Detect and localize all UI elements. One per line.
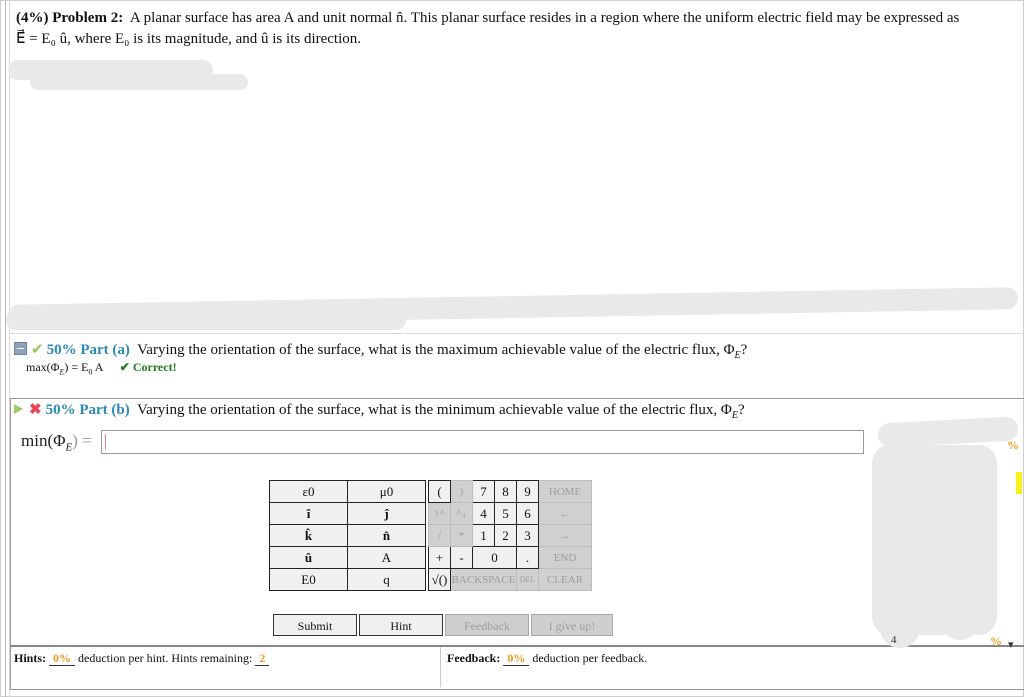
feedback-info: Feedback: 0% deduction per feedback. (447, 651, 647, 666)
key-epsilon0[interactable]: ε0 (269, 480, 348, 503)
expand-arrow-icon[interactable] (14, 404, 23, 414)
hints-text: deduction per hint. Hints remaining: (78, 651, 253, 665)
collapse-icon[interactable] (14, 342, 27, 355)
answer-lhs: max(Φ (26, 360, 60, 374)
answer-tail: A (92, 360, 103, 374)
key-left-arrow[interactable]: ← (538, 502, 592, 525)
key-E0[interactable]: E0 (269, 568, 348, 591)
side-dropdown-icon[interactable]: ▾ (1008, 638, 1014, 651)
problem-text-line1: A planar surface has area A and unit nor… (129, 10, 960, 26)
key-i-hat[interactable]: î (269, 502, 348, 525)
correct-status: ✔ Correct! (119, 360, 177, 374)
part-a-label: Part (a) (80, 342, 130, 358)
incorrect-x-icon: ✖ (29, 402, 42, 418)
key-9[interactable]: 9 (516, 480, 539, 503)
numeric-keypad: ( ) 7 8 9 HOME ↑^ ^↓ 4 5 6 ← / * 1 2 3 →… (428, 480, 592, 591)
key-plus[interactable]: + (428, 546, 451, 569)
key-k-hat[interactable]: k̂ (269, 524, 348, 547)
problem-title: Problem 2: (52, 10, 124, 26)
key-home[interactable]: HOME (538, 480, 592, 503)
text-cursor (105, 434, 106, 450)
problem-statement: (4%) Problem 2: A planar surface has are… (16, 8, 1016, 50)
part-a-answer: max(ΦE) = E0 A ✔ Correct! (26, 360, 177, 376)
key-backspace[interactable]: BACKSPACE (450, 568, 517, 591)
part-a-percent: 50% (46, 342, 77, 358)
key-3[interactable]: 3 (516, 524, 539, 547)
hints-info: Hints: 0% deduction per hint. Hints rema… (14, 651, 270, 666)
label-post: ) = (72, 431, 92, 450)
side-number: 4 (891, 634, 897, 646)
hint-deduction: 0% (49, 651, 76, 666)
part-a-header: ✔ 50% Part (a) Varying the orientation of… (14, 340, 747, 361)
give-up-button[interactable]: I give up! (531, 614, 613, 636)
part-a-question-sub: E (734, 350, 741, 361)
key-divide[interactable]: / (428, 524, 451, 547)
key-2[interactable]: 2 (494, 524, 517, 547)
answer-input[interactable] (101, 430, 864, 454)
key-minus[interactable]: - (450, 546, 473, 569)
submit-button[interactable]: Submit (273, 614, 357, 636)
key-5[interactable]: 5 (494, 502, 517, 525)
hints-label: Hints: (14, 651, 47, 665)
part-b-question: Varying the orientation of the surface, … (136, 402, 732, 418)
key-6[interactable]: 6 (516, 502, 539, 525)
feedback-button[interactable]: Feedback (445, 614, 529, 636)
key-multiply[interactable]: * (450, 524, 473, 547)
key-open-paren[interactable]: ( (428, 480, 451, 503)
key-close-paren[interactable]: ) (450, 480, 473, 503)
part-a-question: Varying the orientation of the surface, … (137, 342, 735, 358)
redaction-scribble (6, 310, 406, 330)
feedback-label: Feedback: (447, 651, 501, 665)
key-u-hat[interactable]: û (269, 546, 348, 569)
part-b-label: Part (b) (79, 402, 130, 418)
answer-input-label: min(ΦE) = (21, 431, 92, 453)
key-down-power[interactable]: ^↓ (450, 502, 473, 525)
key-4[interactable]: 4 (472, 502, 495, 525)
hint-button[interactable]: Hint (359, 614, 443, 636)
redaction-scribble (880, 600, 920, 648)
feedback-text: deduction per feedback. (532, 651, 648, 665)
hints-remaining: 2 (255, 651, 270, 666)
key-sqrt[interactable]: √() (428, 568, 451, 591)
key-n-hat[interactable]: n̂ (347, 524, 426, 547)
problem-weight: (4%) (16, 10, 49, 26)
key-1[interactable]: 1 (472, 524, 495, 547)
key-mu0[interactable]: μ0 (347, 480, 426, 503)
key-right-arrow[interactable]: → (538, 524, 592, 547)
key-j-hat[interactable]: ĵ (347, 502, 426, 525)
part-b-percent: 50% (45, 402, 76, 418)
key-end[interactable]: END (538, 546, 592, 569)
left-border (5, 0, 6, 697)
key-A[interactable]: A (347, 546, 426, 569)
feedback-deduction: 0% (503, 651, 530, 666)
key-8[interactable]: 8 (494, 480, 517, 503)
key-q[interactable]: q (347, 568, 426, 591)
answer-rhs: ) = E (64, 360, 89, 374)
hints-feedback-divider (440, 647, 441, 687)
label-pre: min(Φ (21, 431, 66, 450)
key-up-power[interactable]: ↑^ (428, 502, 451, 525)
section-divider (10, 333, 1024, 334)
key-clear[interactable]: CLEAR (538, 568, 592, 591)
key-del[interactable]: DEL (516, 568, 539, 591)
key-0[interactable]: 0 (472, 546, 517, 569)
checkmark-icon: ✔ (31, 342, 44, 358)
redaction-scribble (940, 600, 980, 640)
side-percent: % (1007, 438, 1019, 452)
symbol-keypad: ε0 μ0 îĵ k̂ n̂ ûA E0 q (269, 480, 426, 591)
redaction-scribble (30, 74, 248, 90)
key-dot[interactable]: . (516, 546, 539, 569)
side-highlight (1016, 472, 1022, 494)
side-percent-bottom: % (990, 634, 1002, 648)
problem-text-line2: E⃗ = E₀ û, where E₀ is its magnitude, an… (16, 31, 362, 47)
part-b-header: ✖ 50% Part (b) Varying the orientation of… (14, 400, 745, 421)
key-7[interactable]: 7 (472, 480, 495, 503)
part-b-question-sub: E (731, 410, 739, 421)
